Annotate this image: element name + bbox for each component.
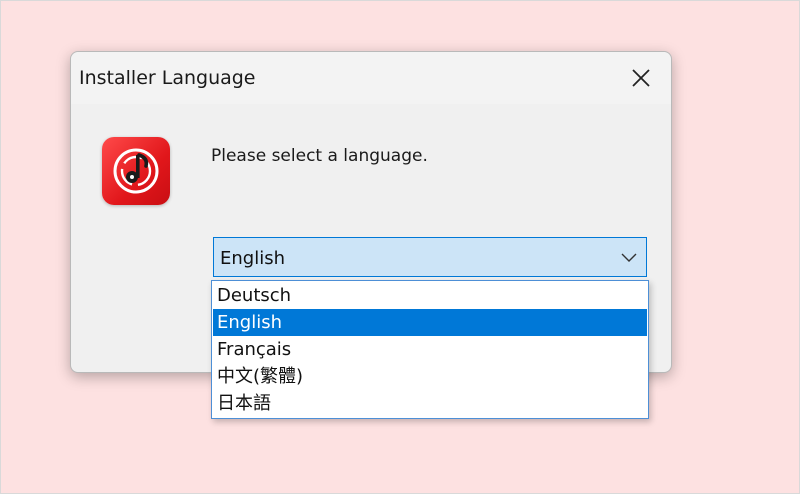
prompt-text: Please select a language. bbox=[211, 146, 428, 166]
language-option-deutsch[interactable]: Deutsch bbox=[213, 282, 647, 309]
close-icon bbox=[632, 69, 650, 87]
language-option-english[interactable]: English bbox=[213, 309, 647, 336]
app-logo-icon bbox=[102, 137, 170, 205]
language-select[interactable]: English bbox=[213, 237, 647, 277]
dialog-title: Installer Language bbox=[79, 67, 256, 89]
language-dropdown-list[interactable]: Deutsch English Français 中文(繁體) 日本語 bbox=[211, 280, 649, 419]
music-note-icon bbox=[113, 148, 159, 194]
chevron-down-icon bbox=[621, 253, 637, 262]
dialog-titlebar[interactable]: Installer Language bbox=[71, 52, 671, 104]
language-option-japanese[interactable]: 日本語 bbox=[213, 390, 647, 417]
close-button[interactable] bbox=[623, 62, 659, 94]
language-option-francais[interactable]: Français bbox=[213, 336, 647, 363]
language-option-chinese-traditional[interactable]: 中文(繁體) bbox=[213, 363, 647, 390]
language-select-value: English bbox=[220, 248, 285, 269]
